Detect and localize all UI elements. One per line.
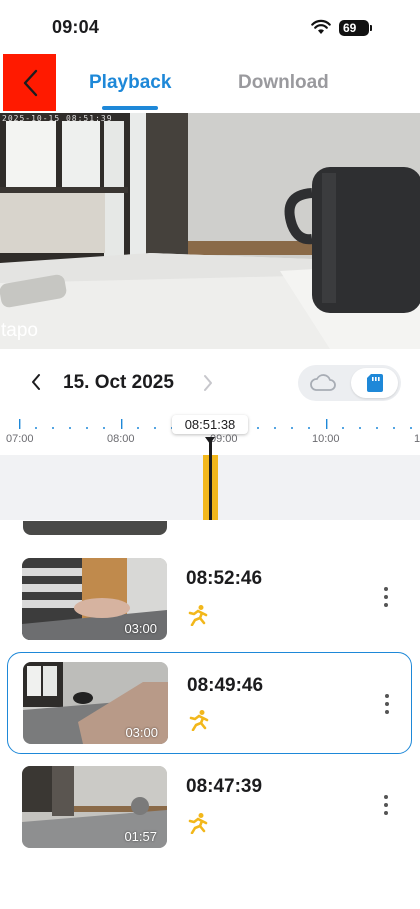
sd-card-icon [366,374,383,392]
back-button[interactable] [3,54,56,111]
recording-item[interactable]: 03:00 08:52:46 [7,552,412,648]
active-tab-indicator [102,106,158,110]
storage-source-toggle[interactable] [298,365,401,401]
motion-icon [188,813,208,834]
recording-time: 08:52:46 [186,568,263,589]
battery-level: 69 [343,21,357,35]
more-options-icon[interactable] [383,794,389,816]
cloud-icon[interactable] [308,371,338,395]
next-day-button[interactable] [202,374,214,392]
recording-thumbnail[interactable]: 03:00 [22,558,167,640]
more-options-icon[interactable] [383,586,389,608]
recording-item-selected[interactable]: 03:00 08:49:46 [7,652,412,754]
status-time: 09:04 [52,17,100,37]
tick-label: 10:00 [312,433,340,445]
motion-icon [189,710,209,731]
camera-frame [0,113,420,349]
tab-playback[interactable]: Playback [89,72,171,94]
battery-icon: 69 [339,20,369,36]
recording-item[interactable]: 01:57 08:47:39 [7,760,412,856]
recording-time: 08:47:39 [186,776,263,797]
tick-label: 07:00 [6,433,34,445]
recording-thumbnail[interactable]: 03:00 [23,662,168,744]
video-player[interactable]: 2025-10-15 08:51:39 tapo [0,113,420,349]
tab-download[interactable]: Download [238,72,329,94]
more-options-icon[interactable] [384,693,390,715]
playhead[interactable] [209,440,212,520]
playhead-marker [205,437,215,444]
wifi-icon [311,19,331,34]
battery-cap [370,25,372,31]
previous-day-button[interactable] [30,373,42,391]
recording-duration: 03:00 [124,621,157,636]
recording-thumbnail-partial[interactable] [23,521,167,535]
tick-label: 1 [414,433,420,445]
recording-duration: 03:00 [125,725,158,740]
recording-thumbnail[interactable]: 01:57 [22,766,167,848]
date-label[interactable]: 15. Oct 2025 [63,372,174,394]
video-timestamp: 2025-10-15 08:51:39 [2,114,113,123]
tapo-logo: tapo [1,320,38,341]
motion-icon [188,605,208,626]
recording-duration: 01:57 [124,829,157,844]
sd-card-option[interactable] [351,368,398,398]
status-bar: 09:04 69 [0,0,420,54]
recording-time: 08:49:46 [187,675,264,696]
chevron-left-icon [23,69,37,96]
current-time-label: 08:51:38 [172,415,248,434]
tick-label: 08:00 [107,433,135,445]
